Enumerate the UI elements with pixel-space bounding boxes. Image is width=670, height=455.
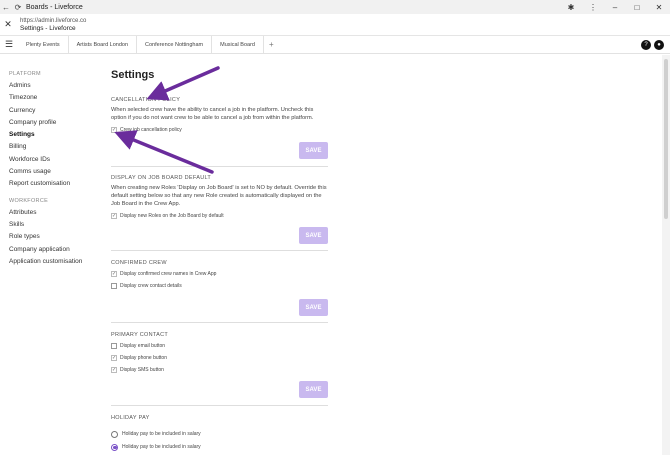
holiday-pay-option-2[interactable]: Holiday pay to be included in salary <box>111 443 328 451</box>
window-titlebar: ← ⟳ Boards - Liveforce ✱ ⋮ – □ ✕ <box>0 0 670 14</box>
primary-contact-section: PRIMARY CONTACT Display email button ✓ D… <box>111 332 328 374</box>
section-title: CONFIRMED CREW <box>111 260 167 266</box>
display-on-job-board-section: DISPLAY ON JOB BOARD DEFAULT When creati… <box>111 175 328 220</box>
divider <box>111 322 328 323</box>
help-icon[interactable]: ? <box>641 39 651 50</box>
window-controls: ✱ ⋮ – □ ✕ <box>560 3 670 12</box>
section-title: PRIMARY CONTACT <box>111 332 169 338</box>
url-box[interactable]: https://admin.liveforce.co Settings - Li… <box>20 18 86 32</box>
sidebar-item-report-customisation[interactable]: Report customisation <box>0 178 92 190</box>
sidebar-item-billing[interactable]: Billing <box>0 141 92 153</box>
option-label: Display email button <box>120 343 166 349</box>
holiday-pay-option-1[interactable]: Holiday pay to be included in salary <box>111 430 328 438</box>
hamburger-menu-icon[interactable]: ☰ <box>0 39 18 50</box>
board-tabs: ☰ Plenty Events Artists Board London Con… <box>0 35 670 54</box>
radio-unselected-icon[interactable] <box>111 430 118 438</box>
page-tab-title: Settings - Liveforce <box>20 24 76 32</box>
checkbox-unchecked-icon[interactable] <box>111 283 117 289</box>
primary-contact-option-sms[interactable]: ✓ Display SMS button <box>111 366 328 374</box>
divider <box>111 405 328 406</box>
sidebar-heading-workforce: WORKFORCE <box>9 197 49 204</box>
section-title: HOLIDAY PAY <box>111 415 150 421</box>
sidebar-item-comms-usage[interactable]: Comms usage <box>0 166 92 178</box>
tab-musical-board[interactable]: Musical Board <box>212 35 264 54</box>
section-description: When selected crew have the ability to c… <box>111 107 314 121</box>
primary-contact-option-phone[interactable]: ✓ Display phone button <box>111 354 328 362</box>
header-actions: ? ● <box>641 39 664 50</box>
sidebar-item-application-customisation[interactable]: Application customisation <box>0 256 92 268</box>
sidebar-item-currency[interactable]: Currency <box>0 105 92 117</box>
account-icon[interactable]: ● <box>654 39 664 50</box>
add-tab-icon[interactable]: + <box>264 40 279 49</box>
sidebar: PLATFORM Admins Timezone Currency Compan… <box>0 55 92 455</box>
address-bar: ✕ https://admin.liveforce.co Settings - … <box>0 14 670 36</box>
sidebar-item-skills[interactable]: Skills <box>0 219 92 231</box>
checkbox-checked-icon[interactable]: ✓ <box>111 271 117 277</box>
settings-panel: Settings CANCELLATION POLICY When select… <box>111 55 341 455</box>
more-icon[interactable]: ⋮ <box>582 3 604 12</box>
option-label: Display phone button <box>120 355 167 361</box>
option-label: Display confirmed crew names in Crew App <box>120 271 217 277</box>
option-label: Crew job cancellation policy <box>120 127 182 133</box>
save-button[interactable]: SAVE <box>299 299 328 316</box>
tab-artists-board-london[interactable]: Artists Board London <box>69 35 138 54</box>
display-on-board-option[interactable]: ✓ Display new Roles on the Job Board by … <box>111 212 328 220</box>
minimize-icon[interactable]: – <box>604 3 626 12</box>
window-title: Boards - Liveforce <box>26 3 83 11</box>
maximize-icon[interactable]: □ <box>626 3 648 12</box>
cancellation-policy-section: CANCELLATION POLICY When selected crew h… <box>111 97 328 134</box>
divider <box>111 250 328 251</box>
section-title: CANCELLATION POLICY <box>111 97 181 103</box>
option-label: Display crew contact details <box>120 283 182 289</box>
sidebar-item-timezone[interactable]: Timezone <box>0 92 92 104</box>
save-button[interactable]: SAVE <box>299 381 328 398</box>
sidebar-item-settings[interactable]: Settings <box>0 129 92 141</box>
refresh-icon[interactable]: ⟳ <box>12 1 24 13</box>
holiday-pay-section: HOLIDAY PAY Holiday pay to be included i… <box>111 415 328 451</box>
confirmed-crew-section: CONFIRMED CREW ✓ Display confirmed crew … <box>111 260 328 290</box>
checkbox-checked-icon[interactable]: ✓ <box>111 213 117 219</box>
radio-selected-icon[interactable] <box>111 443 118 451</box>
section-title: DISPLAY ON JOB BOARD DEFAULT <box>111 175 212 181</box>
primary-contact-option-email[interactable]: Display email button <box>111 342 328 350</box>
sidebar-item-admins[interactable]: Admins <box>0 80 92 92</box>
checkbox-checked-icon[interactable]: ✓ <box>111 127 117 133</box>
sidebar-item-company-application[interactable]: Company application <box>0 244 92 256</box>
checkbox-unchecked-icon[interactable] <box>111 343 117 349</box>
sidebar-item-company-profile[interactable]: Company profile <box>0 117 92 129</box>
cancellation-option[interactable]: ✓ Crew job cancellation policy <box>111 126 328 134</box>
option-label: Holiday pay to be included in salary <box>122 444 201 450</box>
sidebar-item-attributes[interactable]: Attributes <box>0 207 92 219</box>
tab-conference-nottingham[interactable]: Conference Nottingham <box>137 35 213 54</box>
page-title: Settings <box>111 69 155 81</box>
confirmed-crew-option-names[interactable]: ✓ Display confirmed crew names in Crew A… <box>111 270 328 278</box>
checkbox-checked-icon[interactable]: ✓ <box>111 355 117 361</box>
sidebar-heading-platform: PLATFORM <box>9 71 41 77</box>
url-text: https://admin.liveforce.co <box>20 17 87 24</box>
checkbox-checked-icon[interactable]: ✓ <box>111 367 117 373</box>
extensions-icon[interactable]: ✱ <box>560 3 582 12</box>
option-label: Holiday pay to be included in salary <box>122 431 201 437</box>
divider <box>111 166 328 167</box>
option-label: Display new Roles on the Job Board by de… <box>120 213 224 219</box>
back-icon[interactable]: ← <box>0 1 12 13</box>
save-button[interactable]: SAVE <box>299 227 328 244</box>
close-icon[interactable]: ✕ <box>0 19 16 30</box>
confirmed-crew-option-contact[interactable]: Display crew contact details <box>111 282 328 290</box>
close-window-icon[interactable]: ✕ <box>648 3 670 12</box>
page-scrollbar[interactable] <box>662 55 670 455</box>
option-label: Display SMS button <box>120 367 164 373</box>
tab-plenty-events[interactable]: Plenty Events <box>18 35 69 54</box>
scrollbar-thumb[interactable] <box>664 59 668 219</box>
save-button[interactable]: SAVE <box>299 142 328 159</box>
sidebar-item-role-types[interactable]: Role types <box>0 231 92 243</box>
section-description: When creating new Roles 'Display on Job … <box>111 185 327 207</box>
sidebar-item-workforce-ids[interactable]: Workforce IDs <box>0 154 92 166</box>
